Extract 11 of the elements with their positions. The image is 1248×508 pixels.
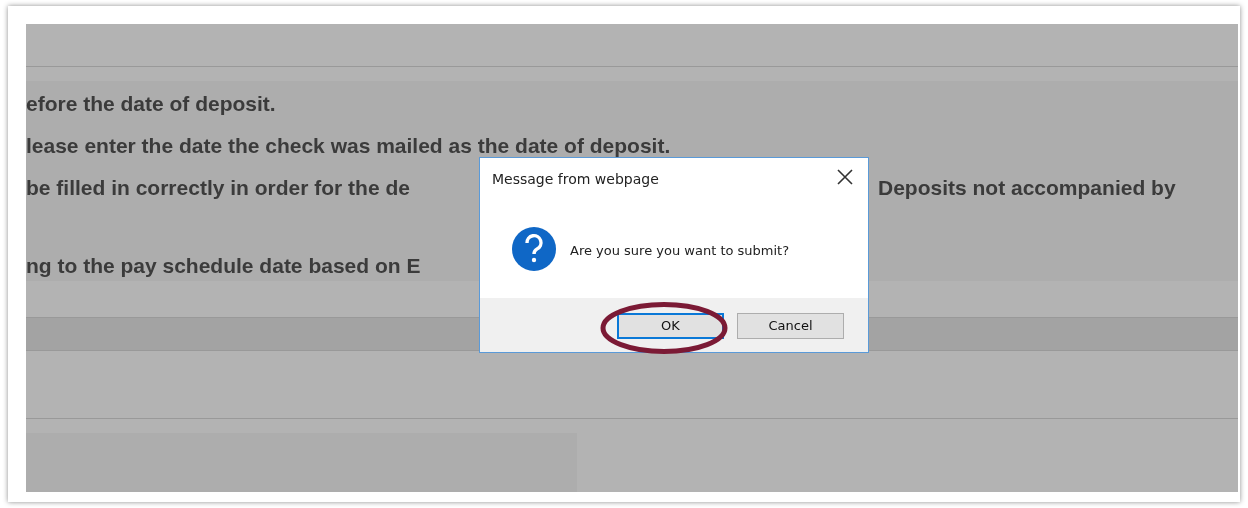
dialog-title: Message from webpage (492, 170, 659, 189)
dialog-button[interactable]: Cancel (737, 313, 844, 339)
instruction-text: lease enter the date the check was mailed as the date of deposit. (26, 133, 671, 159)
instruction-text: ng to the pay schedule date based on E (26, 253, 421, 279)
dialog-message: Are you sure you want to submit? (570, 242, 790, 260)
instruction-text: be filled in correctly in order for the de (26, 175, 411, 201)
question-icon (511, 226, 557, 272)
dialog-button[interactable]: OK (617, 313, 724, 339)
instruction-text: Deposits not accompanied by (878, 175, 1177, 201)
instruction-text: efore the date of deposit. (26, 91, 276, 117)
close-icon[interactable] (837, 169, 853, 185)
